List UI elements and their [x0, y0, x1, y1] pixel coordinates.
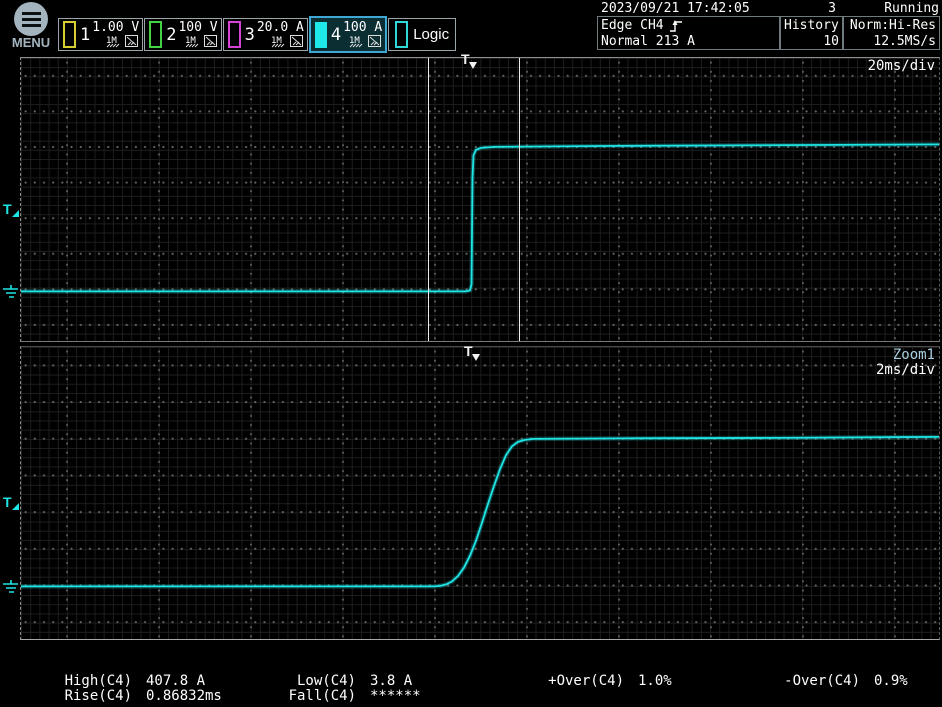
history-value: 10	[784, 34, 839, 50]
hamburger-icon	[14, 2, 48, 36]
channel-3-scale: 20.0 A	[257, 21, 304, 34]
channel-3-box[interactable]: 3 20.0 A 1M	[223, 18, 308, 51]
measurement-value: 1.0%	[638, 674, 672, 689]
trigger-level-marker-zoom[interactable]: T	[3, 495, 20, 512]
measurement-label: +Over(C4)	[548, 674, 624, 689]
record-mode-box[interactable]: Norm:Hi-Res 12.5MS/s	[843, 16, 940, 50]
measurement-value: 407.8 A	[146, 674, 205, 689]
zoom-window-label: Zoom1	[876, 348, 935, 363]
svg-text:T: T	[3, 495, 12, 510]
logic-label: Logic	[413, 26, 449, 43]
probe-icon	[125, 35, 139, 48]
channel-4-color-bracket	[315, 22, 327, 48]
logic-button[interactable]: Logic	[388, 18, 456, 51]
rising-edge-icon	[669, 19, 683, 33]
trigger-position-marker-main[interactable]: T	[461, 53, 481, 71]
measurement-value: 0.9%	[874, 674, 908, 689]
channel-1-scale: 1.00 V	[92, 21, 139, 34]
channel-strip: 1 1.00 V 1M 2 100 V 1M	[58, 18, 456, 51]
measurement-value: 3.8 A	[370, 674, 412, 689]
impedance-1m-icon: 1M	[271, 35, 288, 48]
ground-level-marker-main	[2, 285, 20, 300]
probe-icon	[368, 35, 382, 48]
trigger-mode: Normal 213 A	[601, 34, 776, 50]
channel-1-color-bracket	[63, 21, 76, 48]
channel-2-scale: 100 V	[178, 21, 217, 34]
measurement-label: High(C4)	[65, 674, 132, 689]
measurement-label: -Over(C4)	[784, 674, 860, 689]
channel-4-scale: 100 A	[343, 21, 382, 34]
datetime: 2023/09/21 17:42:05	[601, 1, 750, 16]
main-waveform-window: 20ms/div	[20, 57, 940, 342]
measurement-label: Rise(C4)	[65, 689, 132, 704]
probe-icon	[204, 35, 218, 48]
ch4-trace-zoom	[21, 347, 939, 639]
zoom-timebase-label: 2ms/div	[876, 363, 935, 378]
channel-2-box[interactable]: 2 100 V 1M	[144, 18, 221, 51]
svg-text:T: T	[3, 202, 12, 217]
logic-color-bracket	[395, 21, 408, 48]
channel-2-number: 2	[166, 25, 176, 45]
channel-4-box[interactable]: 4 100 A 1M	[309, 16, 387, 53]
trigger-info-box[interactable]: Edge CH4 Normal 213 A	[597, 16, 780, 50]
measurement-col-2: Low(C4) Fall(C4) 3.8 A ******	[268, 674, 421, 704]
trigger-type: Edge CH4	[601, 18, 664, 34]
zoom-waveform-window: Zoom1 2ms/div	[20, 346, 940, 640]
probe-icon	[290, 35, 304, 48]
menu-label: MENU	[8, 36, 54, 50]
menu-button[interactable]: MENU	[8, 1, 54, 50]
ch4-trace-main	[21, 58, 939, 341]
measurement-value: 0.86832ms	[146, 689, 222, 704]
channel-3-number: 3	[245, 25, 255, 45]
impedance-1m-icon: 1M	[106, 35, 123, 48]
record-mode: Norm:Hi-Res	[847, 18, 936, 34]
history-label: History	[784, 18, 839, 34]
oscilloscope-screen: MENU 1 1.00 V 1M 2 100 V 1M	[0, 0, 942, 707]
measurement-col-3: +Over(C4) 1.0%	[520, 674, 672, 689]
measurement-label: Low(C4)	[297, 674, 356, 689]
main-timebase-label: 20ms/div	[868, 59, 935, 74]
trigger-level-marker-main[interactable]: T	[3, 202, 20, 219]
measurement-col-1: High(C4) Rise(C4) 407.8 A 0.86832ms	[40, 674, 222, 704]
channel-2-color-bracket	[149, 21, 162, 48]
zoom-region-cursor-left[interactable]	[428, 58, 429, 341]
channel-1-number: 1	[80, 25, 90, 45]
zoom-region-cursor-right[interactable]	[519, 58, 520, 341]
trigger-position-marker-zoom[interactable]: T	[464, 345, 484, 363]
measurement-col-4: -Over(C4) 0.9%	[756, 674, 908, 689]
acquisition-count: 3	[770, 1, 836, 16]
run-status: Running	[855, 1, 939, 16]
channel-1-box[interactable]: 1 1.00 V 1M	[58, 18, 143, 51]
measurement-label: Fall(C4)	[289, 689, 356, 704]
impedance-1m-icon: 1M	[349, 35, 366, 48]
channel-4-number: 4	[331, 25, 341, 45]
sample-rate: 12.5MS/s	[847, 34, 936, 50]
history-box[interactable]: History 10	[780, 16, 843, 50]
impedance-1m-icon: 1M	[185, 35, 202, 48]
channel-3-color-bracket	[228, 21, 241, 48]
measurement-value: ******	[370, 689, 421, 704]
ground-level-marker-zoom	[2, 580, 20, 595]
